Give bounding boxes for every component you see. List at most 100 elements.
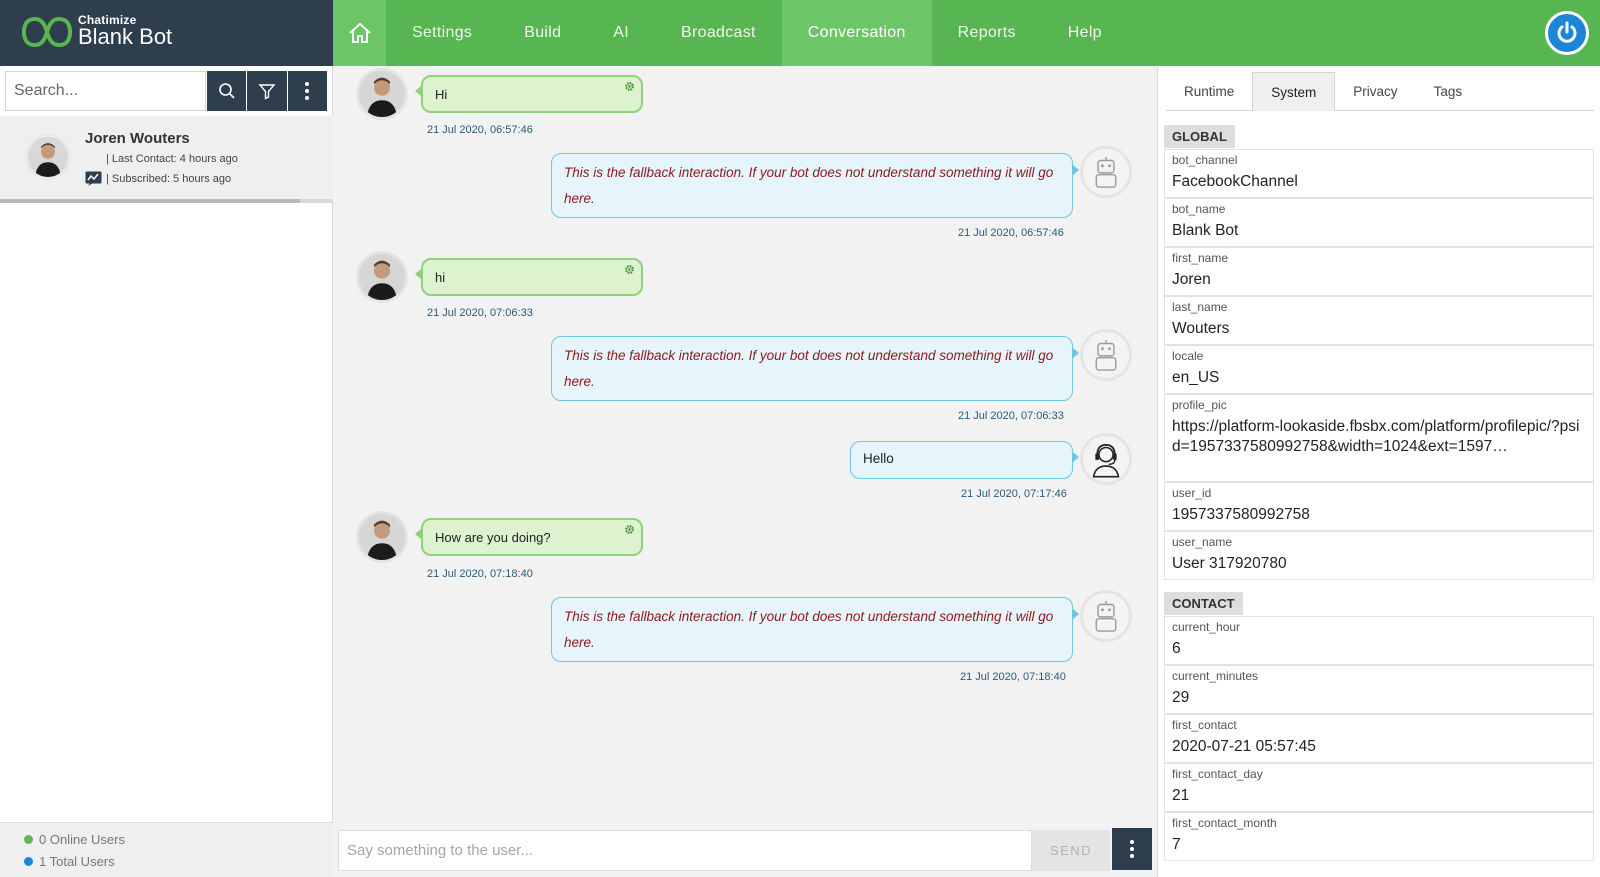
- user-stats-footer: 0 Online Users 1 Total Users: [0, 822, 333, 877]
- message-timestamp: 21 Jul 2020, 07:18:40: [427, 568, 533, 580]
- nav-broadcast[interactable]: Broadcast: [655, 0, 782, 66]
- message-timestamp: 21 Jul 2020, 06:57:46: [958, 227, 1064, 239]
- variable-value: 6: [1172, 640, 1181, 657]
- variable-key: first_contact_day: [1172, 767, 1263, 781]
- nav-conversation[interactable]: Conversation: [781, 0, 932, 66]
- bot-name-title: Blank Bot: [78, 24, 173, 49]
- nav-reports[interactable]: Reports: [932, 0, 1042, 66]
- message-text: Hi: [435, 87, 448, 102]
- variable-value: Joren: [1172, 271, 1211, 288]
- variable-row: locale en_US: [1164, 345, 1594, 394]
- robot-icon: [1083, 149, 1129, 195]
- user-avatar: [356, 251, 408, 303]
- message-timestamp: 21 Jul 2020, 07:17:46: [961, 488, 1067, 500]
- bot-message-bubble: This is the fallback interaction. If you…: [551, 336, 1073, 401]
- bubble-tail: [1073, 348, 1079, 358]
- online-users-label: 0 Online Users: [39, 832, 125, 847]
- messenger-icon: [85, 171, 102, 186]
- robot-icon: [1083, 332, 1129, 378]
- tab-runtime[interactable]: Runtime: [1166, 72, 1252, 111]
- gear-icon[interactable]: [624, 524, 635, 535]
- bot-message-bubble: This is the fallback interaction. If you…: [551, 597, 1073, 662]
- variable-value: 2020-07-21 05:57:45: [1172, 738, 1316, 755]
- search-input[interactable]: [5, 71, 206, 111]
- nav-home-button[interactable]: [333, 0, 386, 66]
- top-navigation-bar: Chatimize Blank Bot Settings Build AI Br…: [0, 0, 1600, 66]
- contact-avatar: [25, 134, 71, 180]
- nav-settings[interactable]: Settings: [386, 0, 498, 66]
- user-photo-icon: [359, 71, 405, 117]
- total-users-stat: 1 Total Users: [24, 854, 115, 869]
- variable-value: User 317920780: [1172, 555, 1287, 572]
- more-options-button[interactable]: [287, 71, 327, 111]
- home-icon: [348, 22, 371, 43]
- operator-avatar: [1080, 433, 1132, 485]
- user-avatar: [356, 511, 408, 563]
- nav-ai[interactable]: AI: [587, 0, 655, 66]
- user-message-bubble: How are you doing?: [421, 518, 643, 556]
- variable-row: current_minutes 29: [1164, 665, 1594, 714]
- message-text: hi: [435, 270, 446, 285]
- variable-value: en_US: [1172, 369, 1220, 386]
- tab-privacy[interactable]: Privacy: [1335, 72, 1415, 111]
- global-section-label: GLOBAL: [1164, 125, 1235, 148]
- online-users-stat: 0 Online Users: [24, 832, 125, 847]
- tab-tags[interactable]: Tags: [1416, 72, 1481, 111]
- user-message-bubble: Hi: [421, 75, 643, 113]
- variable-row: first_contact 2020-07-21 05:57:45: [1164, 714, 1594, 763]
- brand-area[interactable]: Chatimize Blank Bot: [0, 0, 333, 66]
- bubble-tail: [1073, 165, 1079, 175]
- total-status-dot: [24, 857, 33, 866]
- nav-help[interactable]: Help: [1042, 0, 1128, 66]
- variable-value: Wouters: [1172, 320, 1230, 337]
- variable-key: last_name: [1172, 300, 1228, 314]
- contact-list-item[interactable]: Joren Wouters | Last Contact: 4 hours ag…: [0, 116, 333, 203]
- nav-build[interactable]: Build: [498, 0, 587, 66]
- contacts-sidebar: Joren Wouters | Last Contact: 4 hours ag…: [0, 66, 333, 877]
- user-avatar: [356, 68, 408, 120]
- search-bar: [5, 71, 327, 111]
- gear-icon[interactable]: [624, 264, 635, 275]
- variable-value: 29: [1172, 689, 1190, 706]
- user-details-panel: Runtime System Privacy Tags GLOBAL bot_c…: [1157, 66, 1600, 877]
- last-contact-text: | Last Contact: 4 hours ago: [106, 153, 238, 165]
- variable-row: bot_name Blank Bot: [1164, 198, 1594, 247]
- tab-system[interactable]: System: [1252, 72, 1336, 111]
- power-button[interactable]: [1545, 11, 1589, 55]
- bot-avatar: [1080, 590, 1132, 642]
- message-timestamp: 21 Jul 2020, 07:06:33: [427, 307, 533, 319]
- variable-row: first_contact_month 7: [1164, 812, 1594, 861]
- headset-agent-icon: [1083, 436, 1129, 482]
- bubble-tail: [1073, 452, 1079, 462]
- compose-options-button[interactable]: [1112, 828, 1152, 870]
- variable-key: bot_channel: [1172, 153, 1238, 167]
- message-text: How are you doing?: [435, 530, 551, 545]
- variable-value: 1957337580992758: [1172, 506, 1310, 523]
- user-photo-icon: [359, 254, 405, 300]
- gear-icon[interactable]: [624, 81, 635, 92]
- operator-message-bubble: Hello: [850, 441, 1073, 479]
- message-compose-input[interactable]: [338, 830, 1032, 871]
- details-tabs: Runtime System Privacy Tags: [1166, 72, 1594, 111]
- variable-row: bot_channel FacebookChannel: [1164, 149, 1594, 198]
- total-users-label: 1 Total Users: [39, 854, 115, 869]
- variable-row: current_hour 6: [1164, 616, 1594, 665]
- message-timestamp: 21 Jul 2020, 07:06:33: [958, 410, 1064, 422]
- user-message-bubble: hi: [421, 258, 643, 296]
- message-timestamp: 21 Jul 2020, 06:57:46: [427, 124, 533, 136]
- send-button[interactable]: SEND: [1032, 830, 1110, 871]
- variable-value: https://platform-lookaside.fbsbx.com/pla…: [1172, 418, 1580, 455]
- variable-key: current_hour: [1172, 620, 1241, 634]
- variable-key: current_minutes: [1172, 669, 1259, 683]
- variable-key: profile_pic: [1172, 398, 1227, 412]
- contact-name: Joren Wouters: [85, 130, 190, 147]
- filter-button[interactable]: [247, 71, 287, 111]
- bot-avatar: [1080, 146, 1132, 198]
- kebab-menu-icon: [1130, 840, 1134, 858]
- variable-row: user_id 1957337580992758: [1164, 482, 1594, 531]
- bot-avatar: [1080, 329, 1132, 381]
- variable-row: first_contact_day 21: [1164, 763, 1594, 812]
- chatimize-logo-icon: [22, 16, 72, 48]
- robot-icon: [1083, 593, 1129, 639]
- search-button[interactable]: [207, 71, 247, 111]
